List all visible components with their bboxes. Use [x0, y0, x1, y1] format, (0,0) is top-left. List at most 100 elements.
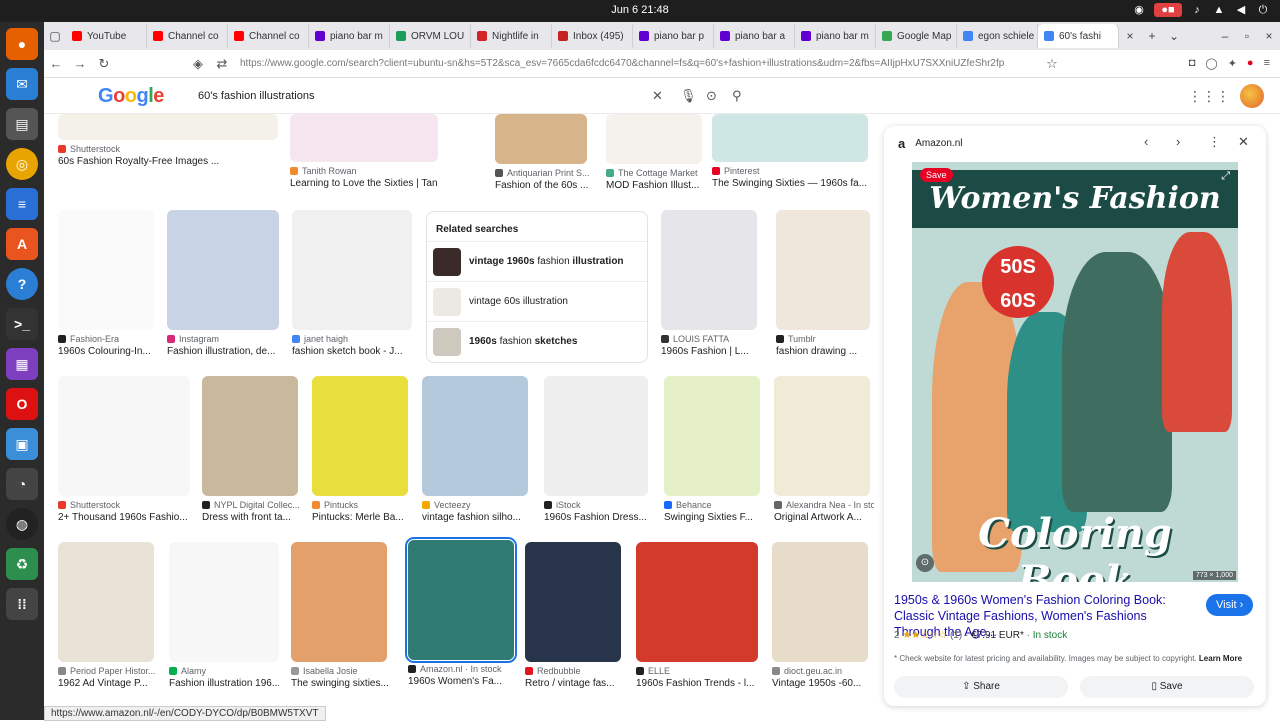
prev-icon[interactable]: ‹ — [1144, 134, 1148, 149]
result-caption[interactable]: Amazon.nl · In stock 1960s Women's Fa... — [408, 664, 514, 687]
avatar[interactable] — [1240, 84, 1264, 108]
result-caption[interactable]: Pintucks Pintucks: Merle Ba... — [312, 500, 418, 523]
url-field[interactable]: https://www.google.com/search?client=ubu… — [240, 58, 1040, 69]
result-thumbnail[interactable] — [712, 114, 868, 162]
google-logo[interactable]: Google — [98, 85, 164, 108]
result-thumbnail[interactable] — [405, 537, 517, 663]
browser-tab[interactable]: Google Map — [876, 24, 957, 48]
result-caption[interactable]: iStock 1960s Fashion Dress... — [544, 500, 650, 523]
more-options-icon[interactable]: ⋮ — [1208, 134, 1221, 150]
gimp-icon[interactable]: ◔ — [6, 468, 38, 500]
result-caption[interactable]: Period Paper Histor... 1962 Ad Vintage P.… — [58, 666, 164, 689]
trash-icon[interactable]: ♻ — [6, 548, 38, 580]
result-thumbnail[interactable] — [58, 542, 154, 662]
pocket-icon[interactable]: ◘ — [1189, 57, 1196, 70]
result-caption[interactable]: Tanith Rowan Learning to Love the Sixties… — [290, 166, 438, 189]
show-apps-icon[interactable]: ⁞⁞ — [6, 588, 38, 620]
volume-icon[interactable]: ◀ — [1234, 3, 1248, 17]
result-caption[interactable]: Fashion-Era 1960s Colouring-In... — [58, 334, 164, 357]
result-caption[interactable]: Vecteezy vintage fashion silho... — [422, 500, 528, 523]
new-tab-icon[interactable]: + — [1141, 29, 1163, 43]
maximize-icon[interactable]: ▫ — [1236, 29, 1258, 43]
visit-button[interactable]: Visit › — [1206, 594, 1254, 616]
result-thumbnail[interactable] — [495, 114, 587, 164]
shield-icon[interactable]: ◈ — [186, 56, 210, 72]
forward-icon[interactable]: → — [68, 56, 92, 71]
result-thumbnail[interactable] — [291, 542, 387, 662]
thunderbird-icon[interactable]: ✉ — [6, 68, 38, 100]
related-search-item[interactable]: vintage 1960s fashion illustration — [427, 241, 647, 281]
related-search-item[interactable]: vintage 60s illustration — [427, 281, 647, 321]
result-caption[interactable]: Shutterstock 60s Fashion Royalty-Free Ima… — [58, 144, 278, 167]
app-center-icon[interactable]: A — [6, 228, 38, 260]
opera-icon[interactable]: O — [6, 388, 38, 420]
result-caption[interactable]: ELLE 1960s Fashion Trends - l... — [636, 666, 758, 689]
search-input[interactable] — [186, 83, 656, 109]
result-thumbnail[interactable] — [525, 542, 621, 662]
share-button[interactable]: ⇪ Share — [894, 676, 1068, 698]
browser-tab[interactable]: 60's fashi — [1038, 24, 1119, 48]
mic-icon[interactable]: ♪ — [1190, 3, 1204, 17]
browser-tab[interactable]: YouTube — [66, 24, 147, 48]
wifi-icon[interactable]: ◉ — [1132, 3, 1146, 17]
result-thumbnail[interactable] — [774, 376, 870, 496]
panel-source[interactable]: a Amazon.nl — [898, 136, 962, 151]
bookmark-star-icon[interactable]: ☆ — [1040, 56, 1064, 72]
result-thumbnail[interactable] — [422, 376, 528, 496]
result-thumbnail[interactable] — [606, 114, 702, 164]
result-thumbnail[interactable] — [292, 210, 412, 330]
save-button[interactable]: ▯ Save — [1080, 676, 1254, 698]
result-thumbnail[interactable] — [776, 210, 870, 330]
extensions-icon[interactable]: ✦ — [1228, 57, 1237, 70]
terminal-icon[interactable]: >_ — [6, 308, 38, 340]
browser-tab[interactable]: piano bar a — [714, 24, 795, 48]
close-tab-icon[interactable]: × — [1119, 29, 1141, 43]
writer-icon[interactable]: ≡ — [6, 188, 38, 220]
firefox-icon[interactable]: ● — [6, 28, 38, 60]
result-caption[interactable]: janet haigh fashion sketch book - J... — [292, 334, 412, 357]
browser-tab[interactable]: Channel co — [147, 24, 228, 48]
result-thumbnail[interactable] — [290, 114, 438, 162]
result-thumbnail[interactable] — [202, 376, 298, 496]
browser-tab[interactable]: egon schiele — [957, 24, 1038, 48]
result-caption[interactable]: NYPL Digital Collec... Dress with front t… — [202, 500, 308, 523]
obs-icon[interactable]: ◍ — [6, 508, 38, 540]
result-caption[interactable]: Alexandra Nea - In stockOriginal Artwork… — [774, 500, 874, 523]
result-thumbnail[interactable] — [544, 376, 648, 496]
result-caption[interactable]: Behance Swinging Sixties F... — [664, 500, 770, 523]
rhythmbox-icon[interactable]: ◎ — [6, 148, 38, 180]
expand-icon[interactable]: ⤢ — [1221, 170, 1230, 183]
browser-tab[interactable]: piano bar m — [309, 24, 390, 48]
browser-tab[interactable]: Nightlife in — [471, 24, 552, 48]
next-icon[interactable]: › — [1176, 134, 1180, 149]
browser-tab[interactable]: piano bar m — [795, 24, 876, 48]
browser-tab[interactable]: piano bar p — [633, 24, 714, 48]
clear-icon[interactable]: ✕ — [652, 88, 663, 104]
result-caption[interactable]: dioct.geu.ac.in Vintage 1950s -60... — [772, 666, 874, 689]
result-caption[interactable]: Pinterest The Swinging Sixties — 1960s fa… — [712, 166, 868, 189]
related-search-item[interactable]: 1960s fashion sketches — [427, 321, 647, 361]
preview-image[interactable]: Women's Fashion 50S 60S Coloring Book Sav… — [912, 162, 1238, 582]
menu-icon[interactable]: ≡ — [1264, 57, 1270, 70]
help-icon[interactable]: ? — [6, 268, 38, 300]
result-thumbnail[interactable] — [58, 210, 154, 330]
account-icon[interactable]: ◯ — [1205, 57, 1217, 70]
result-caption[interactable]: Shutterstock 2+ Thousand 1960s Fashio... — [58, 500, 190, 523]
result-thumbnail[interactable] — [772, 542, 868, 662]
result-caption[interactable]: Antiquarian Print S... Fashion of the 60s… — [495, 168, 601, 191]
voice-search-icon[interactable]: 🎙 — [680, 88, 697, 104]
pinterest-save-button[interactable]: Save — [920, 168, 953, 182]
result-thumbnail[interactable] — [312, 376, 408, 496]
browser-tab[interactable]: ORVM LOU — [390, 24, 471, 48]
chevron-down-icon[interactable]: ⌄ — [1163, 29, 1185, 43]
pinterest-icon[interactable]: ● — [1247, 57, 1254, 70]
close-panel-icon[interactable]: ✕ — [1238, 134, 1249, 150]
reload-icon[interactable]: ↻ — [92, 56, 116, 72]
system-clock[interactable]: Jun 6 21:48 — [0, 4, 1280, 16]
result-thumbnail[interactable] — [661, 210, 757, 330]
result-caption[interactable]: Isabella Josie The swinging sixties... — [291, 666, 397, 689]
tab-list-icon[interactable]: ▢ — [44, 29, 66, 43]
photos-icon[interactable]: ▣ — [6, 428, 38, 460]
result-thumbnail[interactable] — [58, 376, 190, 496]
network-icon[interactable]: ▲ — [1212, 3, 1226, 17]
